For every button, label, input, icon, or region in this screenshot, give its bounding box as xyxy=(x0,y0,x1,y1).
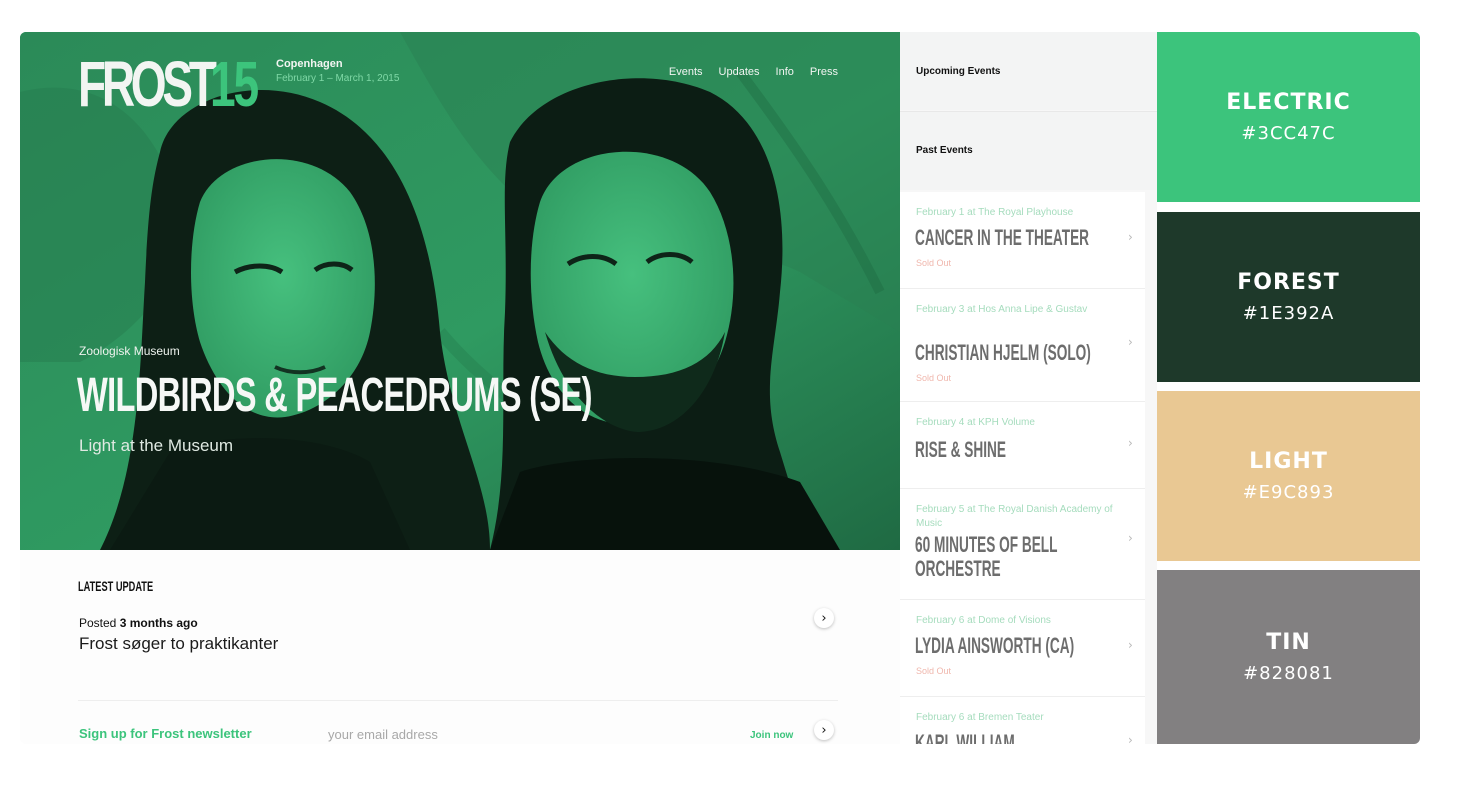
latest-update-section: LATEST UPDATE Posted 3 months ago Frost … xyxy=(20,550,900,744)
event-title: LYDIA AINSWORTH (CA) xyxy=(915,633,1075,658)
festival-city: Copenhagen xyxy=(276,58,343,70)
join-now-link[interactable]: Join now xyxy=(750,730,793,741)
event-item[interactable]: February 6 at Dome of Visions LYDIA AINS… xyxy=(900,600,1145,697)
nav-press[interactable]: Press xyxy=(810,66,838,78)
tab-label: Upcoming Events xyxy=(916,66,1001,77)
newsletter-email-input[interactable] xyxy=(326,722,730,744)
page-frame: FROST 15 Copenhagen February 1 – March 1… xyxy=(20,32,1420,744)
event-item[interactable]: February 3 at Hos Anna Lipe & Gustav CHR… xyxy=(900,289,1145,402)
post-title[interactable]: Frost søger to praktikanter xyxy=(79,634,278,654)
post-date: Posted 3 months ago xyxy=(79,616,198,630)
festival-meta: Copenhagen February 1 – March 1, 2015 xyxy=(276,58,399,84)
swatch-light: LIGHT #E9C893 xyxy=(1157,391,1420,561)
tab-past-events[interactable]: Past Events xyxy=(900,111,1157,190)
tab-label: Past Events xyxy=(916,145,973,156)
posted-time: 3 months ago xyxy=(119,616,198,630)
event-meta: February 5 at The Royal Danish Academy o… xyxy=(916,504,1113,529)
divider xyxy=(78,700,838,701)
swatch-hex: #E9C893 xyxy=(1242,482,1335,503)
event-item[interactable]: February 6 at Bremen Teater KARL WILLIAM… xyxy=(900,697,1145,744)
join-now-button[interactable]: › xyxy=(814,720,834,740)
event-meta: February 1 at The Royal Playhouse xyxy=(916,207,1074,218)
chevron-right-icon: › xyxy=(821,722,827,738)
hero-headline[interactable]: WILDBIRDS & PEACEDRUMS (SE) xyxy=(77,370,592,422)
swatch-electric: ELECTRIC #3CC47C xyxy=(1157,32,1420,202)
hero-banner: FROST 15 Copenhagen February 1 – March 1… xyxy=(20,32,900,550)
event-title: RISE & SHINE xyxy=(915,437,1006,462)
event-item[interactable]: February 5 at The Royal Danish Academy o… xyxy=(900,489,1145,600)
swatch-hex: #828081 xyxy=(1243,663,1334,684)
swatch-hex: #3CC47C xyxy=(1241,123,1336,144)
event-title: KARL WILLIAM xyxy=(915,730,1015,745)
event-status: Sold Out xyxy=(916,258,952,268)
event-meta: February 3 at Hos Anna Lipe & Gustav xyxy=(916,304,1088,315)
event-title: 60 MINUTES OF BELL ORCHESTRE xyxy=(915,533,1058,581)
swatch-tin: TIN #828081 xyxy=(1157,570,1420,744)
main-nav: Events Updates Info Press xyxy=(669,66,838,78)
event-meta: February 6 at Bremen Teater xyxy=(916,712,1044,723)
frost-logo[interactable]: FROST 15 xyxy=(78,48,270,120)
event-title: CANCER IN THE THEATER xyxy=(915,225,1090,250)
festival-dates: February 1 – March 1, 2015 xyxy=(276,73,400,84)
tab-upcoming-events[interactable]: Upcoming Events xyxy=(900,32,1157,110)
hero-subtitle: Light at the Museum xyxy=(79,436,234,455)
swatch-name: FOREST xyxy=(1237,270,1340,295)
swatch-name: TIN xyxy=(1266,630,1311,655)
chevron-right-icon: › xyxy=(1128,638,1133,652)
logo-wordmark: FROST xyxy=(78,48,217,120)
swatch-name: ELECTRIC xyxy=(1226,90,1351,115)
chevron-right-icon: › xyxy=(1128,733,1133,744)
chevron-right-icon: › xyxy=(1128,230,1133,244)
event-item[interactable]: February 4 at KPH Volume RISE & SHINE › xyxy=(900,402,1145,489)
event-title: CHRISTIAN HJELM (SOLO) xyxy=(915,340,1091,365)
event-item[interactable]: February 1 at The Royal Playhouse CANCER… xyxy=(900,192,1145,289)
swatch-forest: FOREST #1E392A xyxy=(1157,212,1420,382)
nav-updates[interactable]: Updates xyxy=(719,66,760,78)
latest-update-heading: LATEST UPDATE xyxy=(78,578,154,594)
event-status: Sold Out xyxy=(916,373,952,383)
nav-events[interactable]: Events xyxy=(669,66,703,78)
chevron-right-icon: › xyxy=(1128,335,1133,349)
swatch-hex: #1E392A xyxy=(1242,303,1335,324)
event-status: Sold Out xyxy=(916,666,952,676)
event-meta: February 4 at KPH Volume xyxy=(916,417,1035,428)
logo-number: 15 xyxy=(210,48,259,120)
posted-prefix: Posted xyxy=(79,616,117,630)
swatch-name: LIGHT xyxy=(1249,449,1328,474)
event-title-line: 60 MINUTES OF BELL xyxy=(915,532,1058,557)
events-sidebar: Upcoming Events Past Events February 1 a… xyxy=(900,32,1157,744)
event-title-line: ORCHESTRE xyxy=(915,556,1001,581)
chevron-right-icon: › xyxy=(1128,436,1133,450)
hero-venue: Zoologisk Museum xyxy=(79,344,180,358)
newsletter-label: Sign up for Frost newsletter xyxy=(79,726,252,741)
open-post-button[interactable]: › xyxy=(814,608,834,628)
chevron-right-icon: › xyxy=(821,610,827,626)
event-meta: February 6 at Dome of Visions xyxy=(916,615,1051,626)
chevron-right-icon: › xyxy=(1128,531,1133,545)
nav-info[interactable]: Info xyxy=(776,66,794,78)
